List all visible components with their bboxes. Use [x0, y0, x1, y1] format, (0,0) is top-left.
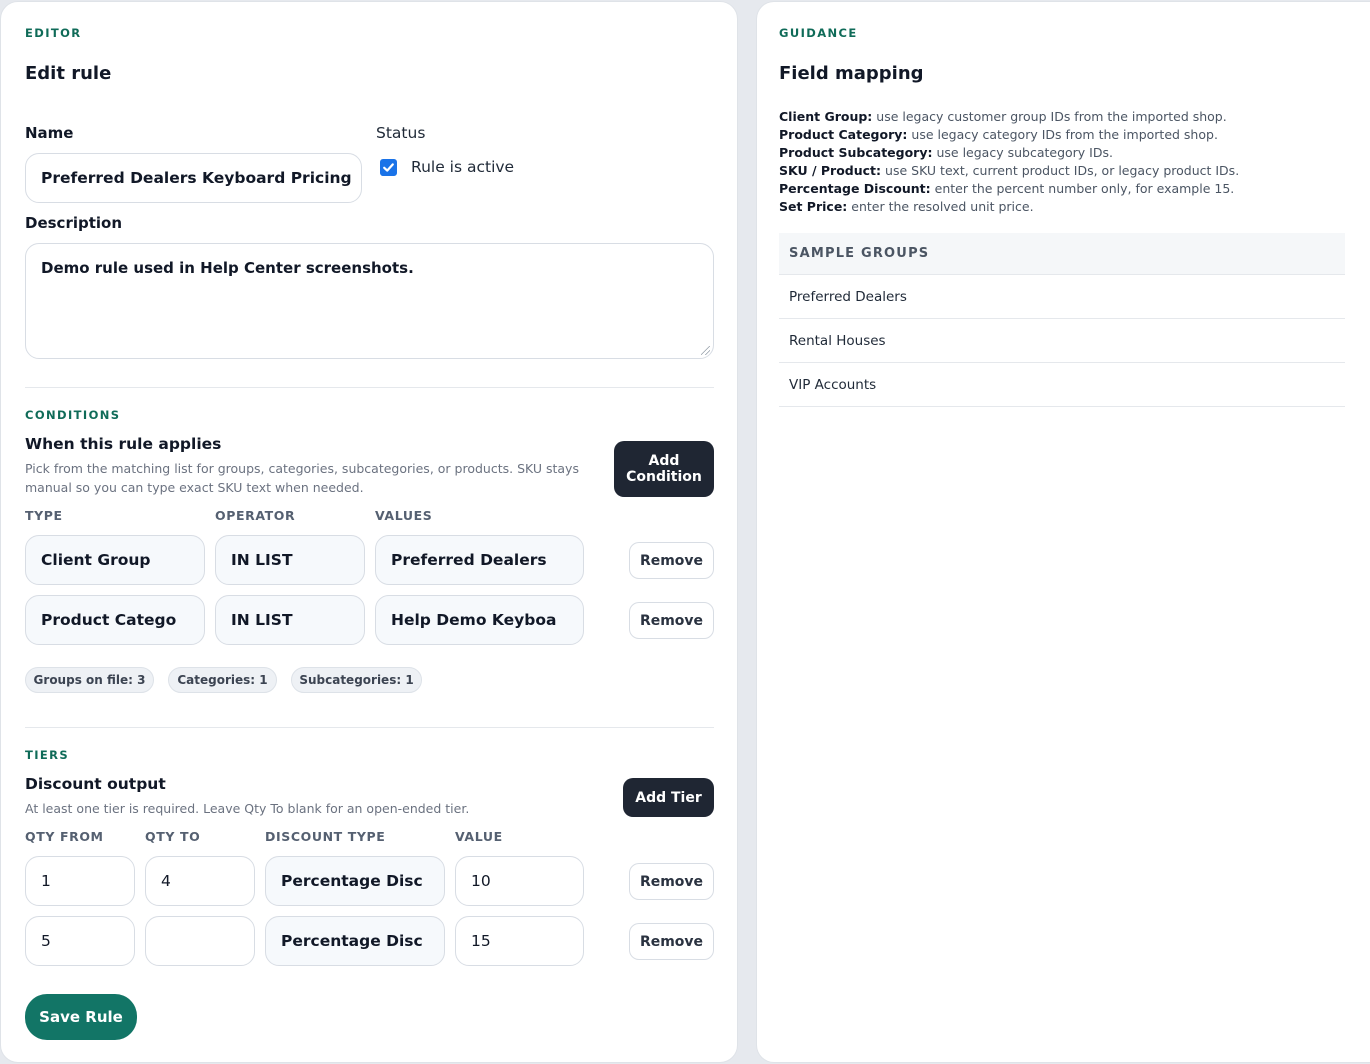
condition-values-select[interactable]: Help Demo Keyboa [375, 595, 584, 645]
name-input[interactable]: Preferred Dealers Keyboard Pricing [25, 153, 362, 203]
qty-to-input[interactable]: 4 [145, 856, 255, 906]
add-tier-button[interactable]: Add Tier [623, 778, 714, 817]
column-header-values: VALUES [375, 508, 433, 523]
tier-value-input[interactable]: 15 [455, 916, 584, 966]
groups-count-badge: Groups on file: 3 [25, 667, 154, 693]
sample-groups-header: SAMPLE GROUPS [779, 233, 1345, 275]
guidance-eyebrow: GUIDANCE [779, 26, 858, 40]
description-text: Demo rule used in Help Center screenshot… [41, 259, 414, 277]
subcategories-count-badge: Subcategories: 1 [291, 667, 422, 693]
save-rule-button[interactable]: Save Rule [25, 994, 137, 1040]
mapping-line: Product Subcategory: use legacy subcateg… [779, 144, 1239, 162]
mapping-text: use legacy customer group IDs from the i… [876, 109, 1227, 124]
remove-condition-button[interactable]: Remove [629, 542, 714, 579]
discount-type-select[interactable]: Percentage Disc [265, 856, 445, 906]
condition-operator-select[interactable]: IN LIST [215, 595, 365, 645]
column-header-operator: OPERATOR [215, 508, 296, 523]
column-header-value: VALUE [455, 829, 503, 844]
conditions-eyebrow: CONDITIONS [25, 408, 121, 422]
conditions-help: Pick from the matching list for groups, … [25, 461, 579, 495]
mapping-text: enter the resolved unit price. [851, 199, 1034, 214]
condition-type-select[interactable]: Client Group [25, 535, 205, 585]
categories-count-badge: Categories: 1 [168, 667, 277, 693]
field-mapping-list: Client Group: use legacy customer group … [779, 108, 1239, 216]
qty-from-input[interactable]: 1 [25, 856, 135, 906]
tiers-eyebrow: TIERS [25, 748, 70, 762]
mapping-line: Client Group: use legacy customer group … [779, 108, 1239, 126]
active-toggle[interactable]: Rule is active [380, 158, 514, 176]
mapping-line: SKU / Product: use SKU text, current pro… [779, 162, 1239, 180]
name-label: Name [25, 124, 74, 142]
resize-handle-icon[interactable] [701, 346, 710, 355]
active-label: Rule is active [411, 158, 515, 176]
mapping-term: Product Subcategory: [779, 145, 933, 160]
mapping-line: Percentage Discount: enter the percent n… [779, 180, 1239, 198]
qty-to-input[interactable] [145, 916, 255, 966]
qty-from-input[interactable]: 5 [25, 916, 135, 966]
column-header-discount-type: DISCOUNT TYPE [265, 829, 386, 844]
description-label: Description [25, 214, 123, 232]
mapping-term: Set Price: [779, 199, 848, 214]
status-label: Status [376, 124, 426, 142]
page-title: Edit rule [25, 63, 112, 84]
mapping-term: Product Category: [779, 127, 908, 142]
checkbox-checked-icon[interactable] [380, 158, 397, 176]
remove-tier-button[interactable]: Remove [629, 863, 714, 900]
editor-eyebrow: EDITOR [25, 26, 82, 40]
tiers-title: Discount output [25, 775, 166, 793]
mapping-text: enter the percent number only, for examp… [934, 181, 1235, 196]
condition-operator-select[interactable]: IN LIST [215, 535, 365, 585]
guidance-title: Field mapping [779, 63, 924, 84]
divider [25, 387, 714, 388]
mapping-text: use legacy subcategory IDs. [936, 145, 1113, 160]
tier-value-input[interactable]: 10 [455, 856, 584, 906]
description-textarea[interactable]: Demo rule used in Help Center screenshot… [25, 243, 714, 359]
column-header-qty-to: QTY TO [145, 829, 201, 844]
column-header-type: TYPE [25, 508, 63, 523]
mapping-term: Percentage Discount: [779, 181, 931, 196]
mapping-term: SKU / Product: [779, 163, 882, 178]
mapping-term: Client Group: [779, 109, 873, 124]
sample-groups-table: SAMPLE GROUPS Preferred Dealers Rental H… [779, 233, 1345, 407]
mapping-line: Product Category: use legacy category ID… [779, 126, 1239, 144]
list-item: Rental Houses [779, 319, 1345, 363]
mapping-text: use SKU text, current product IDs, or le… [885, 163, 1240, 178]
condition-values-select[interactable]: Preferred Dealers [375, 535, 584, 585]
remove-condition-button[interactable]: Remove [629, 602, 714, 639]
column-header-qty-from: QTY FROM [25, 829, 104, 844]
mapping-text: use legacy category IDs from the importe… [911, 127, 1218, 142]
list-item: VIP Accounts [779, 363, 1345, 407]
add-condition-button[interactable]: Add Condition [614, 441, 714, 497]
tiers-help: At least one tier is required. Leave Qty… [25, 801, 470, 816]
guidance-panel: GUIDANCE Field mapping Client Group: use… [756, 1, 1370, 1063]
condition-type-select[interactable]: Product Catego [25, 595, 205, 645]
editor-panel: EDITOR Edit rule Name Preferred Dealers … [0, 1, 738, 1063]
list-item: Preferred Dealers [779, 275, 1345, 319]
conditions-title: When this rule applies [25, 435, 222, 453]
divider [25, 727, 714, 728]
remove-tier-button[interactable]: Remove [629, 923, 714, 960]
discount-type-select[interactable]: Percentage Disc [265, 916, 445, 966]
mapping-line: Set Price: enter the resolved unit price… [779, 198, 1239, 216]
